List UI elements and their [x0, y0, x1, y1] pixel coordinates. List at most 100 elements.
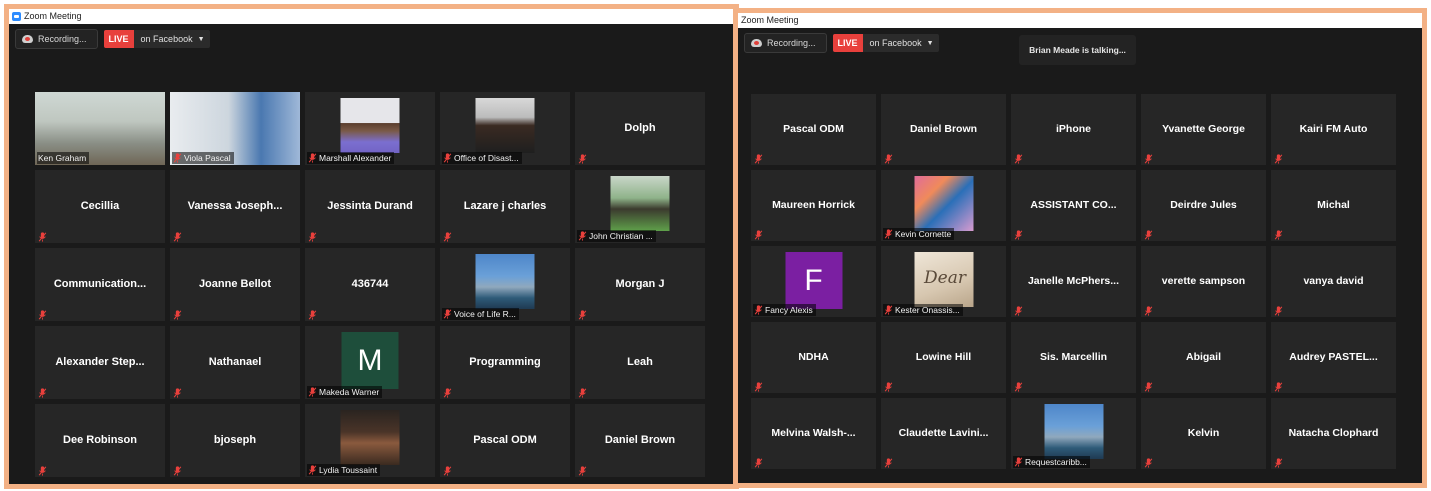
participant-tile-vanessa-joseph[interactable]: Vanessa Joseph... — [170, 170, 300, 243]
participant-tile-jessinta-durand[interactable]: Jessinta Durand — [305, 170, 435, 243]
participant-tile-dee-robinson[interactable]: Dee Robinson — [35, 404, 165, 477]
recording-button[interactable]: Recording... — [744, 33, 827, 53]
participant-tile-lydia-toussaint[interactable]: Lydia Toussaint — [305, 404, 435, 477]
participant-tile-requestcaribb[interactable]: Requestcaribb... — [1011, 398, 1136, 469]
muted-mic-icon — [1014, 379, 1023, 392]
participant-tile-joanne-bellot[interactable]: Joanne Bellot — [170, 248, 300, 321]
participant-tile-daniel-brown[interactable]: Daniel Brown — [881, 94, 1006, 165]
muted-mic-icon — [1014, 227, 1023, 240]
participant-tile-marshall-alexander[interactable]: Marshall Alexander — [305, 92, 435, 165]
participant-tile-yvanette-george[interactable]: Yvanette George — [1141, 94, 1266, 165]
zoom-window-right: Zoom Meeting Recording... LIVE on Facebo… — [733, 8, 1427, 488]
participant-tile-voice-of-life-r[interactable]: Voice of Life R... — [440, 248, 570, 321]
participant-tile-janelle-mcphers[interactable]: Janelle McPhers... — [1011, 246, 1136, 317]
muted-mic-icon — [1144, 379, 1153, 392]
participant-tile-communication[interactable]: Communication... — [35, 248, 165, 321]
muted-mic-icon — [754, 227, 763, 240]
recording-label: Recording... — [767, 38, 816, 48]
participant-name: Voice of Life R... — [454, 309, 516, 319]
participant-tile-deirdre-jules[interactable]: Deirdre Jules — [1141, 170, 1266, 241]
participant-tile-claudette-lavini[interactable]: Claudette Lavini... — [881, 398, 1006, 469]
recording-button[interactable]: Recording... — [15, 29, 98, 49]
participant-name: Communication... — [53, 277, 147, 290]
muted-mic-icon — [578, 307, 587, 320]
participant-tile-daniel-brown[interactable]: Daniel Brown — [575, 404, 705, 477]
participant-name: vanya david — [1303, 274, 1364, 287]
chevron-down-icon[interactable]: ▼ — [198, 36, 210, 43]
participant-tile-john-christian[interactable]: John Christian ... — [575, 170, 705, 243]
participant-tile-fancy-alexis[interactable]: F Fancy Alexis — [751, 246, 876, 317]
chevron-down-icon[interactable]: ▼ — [927, 40, 939, 47]
participant-tile-viola-pascal[interactable]: Viola Pascal — [170, 92, 300, 165]
participant-tile-audrey-pastel[interactable]: Audrey PASTEL... — [1271, 322, 1396, 393]
live-badge: LIVE — [832, 34, 863, 52]
participant-tile-iphone[interactable]: iPhone — [1011, 94, 1136, 165]
participant-tile-makeda-warner[interactable]: M Makeda Warner — [305, 326, 435, 399]
participant-tile-maureen-horrick[interactable]: Maureen Horrick — [751, 170, 876, 241]
muted-mic-icon — [1014, 457, 1023, 467]
participant-caption: Kevin Cornette — [883, 228, 955, 240]
participant-tile-verette-sampson[interactable]: verette sampson — [1141, 246, 1266, 317]
participant-tile-vanya-david[interactable]: vanya david — [1271, 246, 1396, 317]
recording-cloud-icon — [751, 39, 762, 47]
participant-tile-lazare-j-charles[interactable]: Lazare j charles — [440, 170, 570, 243]
participant-tile-pascal-odm[interactable]: Pascal ODM — [751, 94, 876, 165]
muted-mic-icon — [1274, 303, 1283, 316]
participant-tile-bjoseph[interactable]: bjoseph — [170, 404, 300, 477]
participant-tile-melvina-walsh[interactable]: Melvina Walsh-... — [751, 398, 876, 469]
participant-caption: Kester Onassis... — [883, 304, 963, 316]
muted-mic-icon — [1274, 455, 1283, 468]
participant-tile-kelvin[interactable]: Kelvin — [1141, 398, 1266, 469]
participant-tile-abigail[interactable]: Abigail — [1141, 322, 1266, 393]
live-stream-button[interactable]: LIVE on Facebook ▼ — [832, 34, 939, 52]
participant-tile-alexander-step[interactable]: Alexander Step... — [35, 326, 165, 399]
muted-mic-icon — [38, 385, 47, 398]
participant-tile-sis-marcellin[interactable]: Sis. Marcellin — [1011, 322, 1136, 393]
participant-tile-leah[interactable]: Leah — [575, 326, 705, 399]
muted-mic-icon — [443, 229, 452, 242]
participant-name: Viola Pascal — [184, 153, 231, 163]
participant-tile-cecillia[interactable]: Cecillia — [35, 170, 165, 243]
profile-letter-avatar: F — [785, 252, 842, 309]
muted-mic-icon — [578, 463, 587, 476]
muted-mic-icon — [754, 455, 763, 468]
participant-tile-kevin-cornette[interactable]: Kevin Cornette — [881, 170, 1006, 241]
participant-tile-programming[interactable]: Programming — [440, 326, 570, 399]
recording-label: Recording... — [38, 34, 87, 44]
participant-caption: John Christian ... — [577, 230, 656, 242]
participant-tile-kairi-fm-auto[interactable]: Kairi FM Auto — [1271, 94, 1396, 165]
participant-tile-natacha-clophard[interactable]: Natacha Clophard — [1271, 398, 1396, 469]
muted-mic-icon — [173, 307, 182, 320]
muted-mic-icon — [308, 229, 317, 242]
muted-mic-icon — [884, 305, 893, 315]
participant-tile-dolph[interactable]: Dolph — [575, 92, 705, 165]
participant-tile-ndha[interactable]: NDHA — [751, 322, 876, 393]
participant-tile-kester-onassis[interactable]: Dear Kester Onassis... — [881, 246, 1006, 317]
participant-name: Nathanael — [208, 355, 262, 368]
participant-tile-ken-graham[interactable]: Ken Graham — [35, 92, 165, 165]
participant-tile-michal[interactable]: Michal — [1271, 170, 1396, 241]
participant-tile-lowine-hill[interactable]: Lowine Hill — [881, 322, 1006, 393]
muted-mic-icon — [1144, 303, 1153, 316]
profile-picture — [1044, 404, 1103, 459]
participant-tile-morgan-j[interactable]: Morgan J — [575, 248, 705, 321]
participant-caption: Makeda Warner — [307, 386, 383, 398]
participant-name: Pascal ODM — [473, 433, 537, 446]
live-stream-button[interactable]: LIVE on Facebook ▼ — [103, 30, 210, 48]
participant-name: Joanne Bellot — [198, 277, 272, 290]
muted-mic-icon — [1274, 151, 1283, 164]
participant-name: verette sampson — [1161, 274, 1246, 287]
muted-mic-icon — [1274, 379, 1283, 392]
participant-tile-assistant-co[interactable]: ASSISTANT CO... — [1011, 170, 1136, 241]
participant-tile-436744[interactable]: 436744 — [305, 248, 435, 321]
participant-tile-office-of-disast[interactable]: Office of Disast... — [440, 92, 570, 165]
muted-mic-icon — [308, 465, 317, 475]
participant-tile-nathanael[interactable]: Nathanael — [170, 326, 300, 399]
muted-mic-icon — [578, 231, 587, 241]
picture-overlay-text: Dear — [924, 268, 966, 288]
muted-mic-icon — [38, 307, 47, 320]
muted-mic-icon — [443, 153, 452, 163]
participant-name: Abigail — [1185, 350, 1221, 363]
participant-caption: Office of Disast... — [442, 152, 522, 164]
participant-tile-pascal-odm[interactable]: Pascal ODM — [440, 404, 570, 477]
